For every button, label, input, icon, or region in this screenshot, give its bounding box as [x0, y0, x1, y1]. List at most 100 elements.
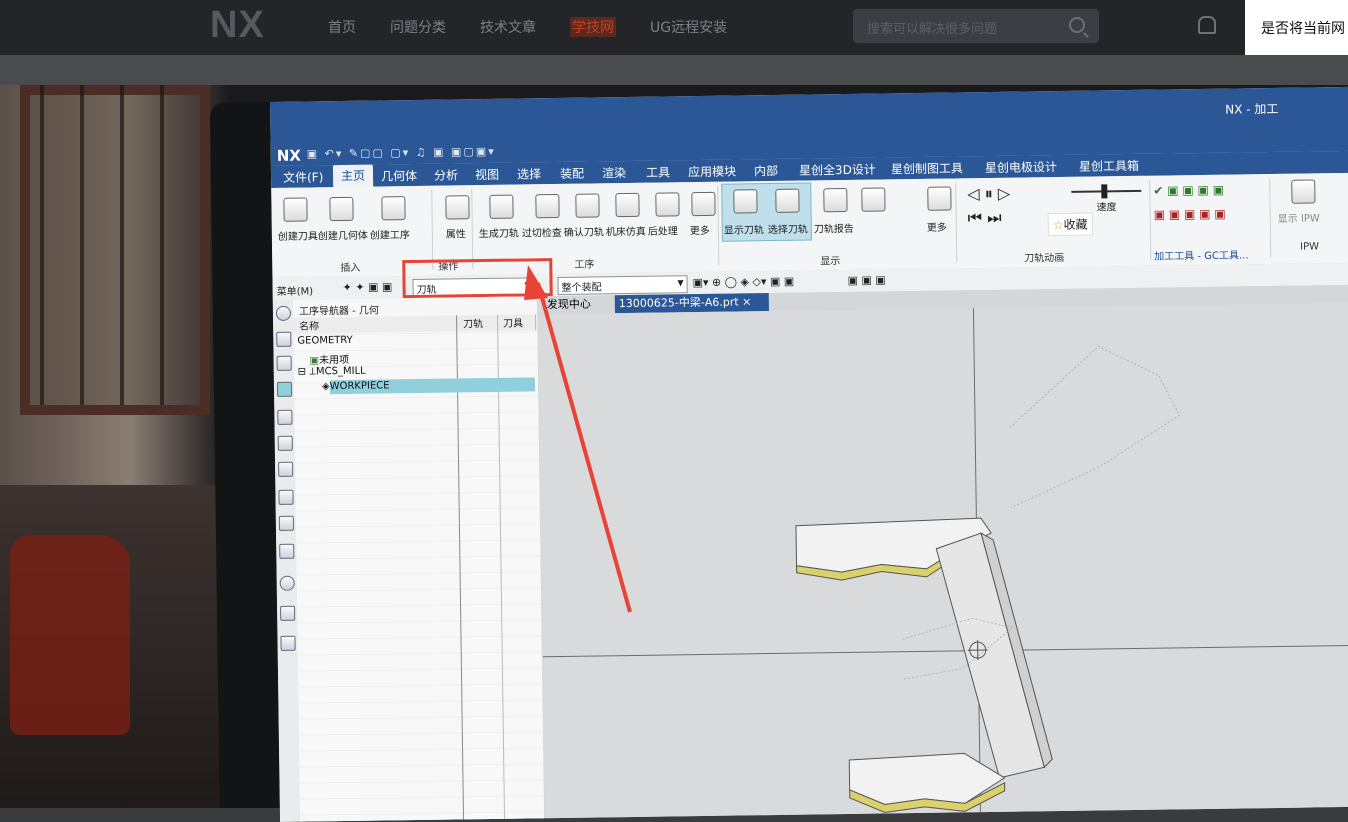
toolpath-ghost — [899, 345, 1184, 679]
nav-learn[interactable]: 学技网 — [570, 17, 616, 37]
part-body — [796, 517, 1053, 814]
create-operation-label: 创建工序 — [370, 226, 410, 242]
tab-application[interactable]: 应用模块 — [688, 163, 736, 181]
reuse-library-icon[interactable] — [278, 436, 293, 451]
favorite-label: 收藏 — [1063, 218, 1087, 232]
tree-item-geometry[interactable]: GEOMETRY — [297, 335, 353, 347]
tab-discovery-label: 发现中心 — [547, 298, 591, 312]
gc-tools-icons-2[interactable]: ▣ ▣ ▣ ▣ ▣ — [1154, 207, 1226, 222]
search-icon[interactable] — [1069, 17, 1085, 33]
filter-icons[interactable]: ✦ ✦ ▣ ▣ — [343, 280, 393, 294]
machine-sim-label: 机床仿真 — [606, 223, 646, 239]
favorite-button[interactable]: ☆收藏 — [1048, 213, 1093, 237]
nav-categories[interactable]: 问题分类 — [390, 17, 446, 37]
create-operation-button[interactable] — [375, 194, 409, 228]
column-toolpath[interactable]: 刀轨 — [457, 315, 498, 332]
more-display-icon — [927, 186, 951, 210]
roles-icon[interactable] — [279, 516, 294, 531]
tab-file[interactable]: 文件(F) — [283, 168, 324, 186]
translate-popup[interactable]: 是否将当前网 — [1245, 0, 1348, 55]
tab-discovery-center[interactable]: 发现中心 — [547, 295, 607, 314]
tab-view[interactable]: 视图 — [475, 166, 499, 183]
tree-item-mcs-mill[interactable]: ⊟ ⟂MCS_MILL — [298, 366, 366, 378]
generate-toolpath-button[interactable] — [483, 193, 517, 227]
menu-button[interactable]: 菜单(M) — [277, 282, 314, 298]
attributes-button[interactable] — [439, 193, 473, 227]
close-icon[interactable]: × — [742, 295, 751, 308]
part-navigator-icon[interactable] — [276, 332, 291, 347]
history-icon[interactable] — [280, 576, 295, 591]
search-input[interactable]: 搜索可以解决很多问题 — [853, 9, 1099, 43]
nav-articles[interactable]: 技术文章 — [480, 17, 536, 37]
tab-internal[interactable]: 内部 — [754, 162, 778, 179]
tab-geometry[interactable]: 几何体 — [381, 167, 417, 185]
tab-tools[interactable]: 工具 — [646, 163, 670, 180]
animation-controls[interactable]: ◁ ⏸ ▷ — [967, 184, 1010, 205]
gc-tools-icons[interactable]: ✔ ▣ ▣ ▣ ▣ — [1153, 183, 1224, 198]
quick-access-toolbar[interactable]: ▣ ↶▾ ✎▢▢ ▢▾ ♫ ▣ ▣▢▣▾ — [307, 145, 496, 161]
tab-3d-design[interactable]: 星创全3D设计 — [799, 161, 876, 179]
create-geometry-button[interactable] — [323, 195, 357, 229]
assembly-navigator-icon[interactable] — [277, 356, 292, 371]
postprocess-icon — [655, 192, 679, 216]
nav-remote-install[interactable]: UG远程安装 — [650, 17, 727, 37]
create-tool-button[interactable] — [277, 195, 311, 229]
show-ipw-button[interactable] — [1285, 177, 1319, 211]
verify-toolpath-button[interactable] — [569, 191, 603, 225]
speed-slider-thumb[interactable] — [1101, 184, 1107, 198]
highlight-box — [402, 258, 553, 298]
palette-icon[interactable] — [279, 544, 294, 559]
nx-logo: NX — [277, 147, 301, 165]
attributes-icon — [445, 195, 469, 219]
tab-render[interactable]: 渲染 — [602, 164, 626, 181]
toolpath-report-button[interactable] — [817, 186, 851, 220]
show-toolpath-icon — [733, 189, 757, 213]
display-option-button[interactable] — [855, 185, 889, 219]
tree-item-unused[interactable]: ▣未用项 — [309, 351, 349, 367]
show-toolpath-button[interactable] — [727, 187, 761, 221]
gouge-check-button[interactable] — [529, 192, 563, 226]
column-name[interactable]: 名称 — [293, 315, 458, 333]
operation-navigator-icon[interactable] — [277, 382, 292, 397]
separator — [431, 190, 433, 270]
column-tool[interactable]: 刀具 — [497, 314, 536, 331]
postprocess-button[interactable] — [649, 190, 683, 224]
constraint-icon[interactable] — [278, 462, 293, 477]
more-display-button[interactable] — [921, 184, 955, 218]
step-controls[interactable]: ⏮ ⏭ — [968, 208, 1002, 228]
web-browser-icon[interactable] — [278, 490, 293, 505]
tab-analysis[interactable]: 分析 — [434, 166, 458, 183]
bell-icon[interactable] — [1198, 16, 1216, 34]
tab-part-file[interactable]: 13000625-中梁-A6.prt × — [615, 293, 769, 313]
machine-sim-icon — [615, 193, 639, 217]
group-insert: 插入 — [340, 259, 360, 274]
assembly-combo[interactable]: 整个装配▼ — [557, 275, 687, 295]
tab-electrode[interactable]: 星创电极设计 — [985, 158, 1057, 176]
material-icon[interactable] — [280, 636, 295, 651]
select-toolpath-label: 选择刀轨 — [768, 221, 808, 237]
machine-tool-icon[interactable] — [277, 410, 292, 425]
collapse-icon[interactable]: ⊟ — [298, 367, 307, 378]
tab-home[interactable]: 主页 — [333, 165, 373, 190]
gc-tools-menu[interactable]: 加工工具 - GC工具... — [1154, 246, 1248, 262]
tab-select[interactable]: 选择 — [517, 165, 541, 182]
nav-home[interactable]: 首页 — [328, 17, 356, 37]
separator — [1269, 178, 1271, 258]
tab-toolbox[interactable]: 星创工具箱 — [1079, 157, 1139, 175]
select-toolpath-button[interactable] — [769, 187, 803, 221]
snap-icons[interactable]: ▣▾ ⊕ ◯ ◈ ◇▾ ▣ ▣ — [692, 275, 794, 289]
more-process-label: 更多 — [690, 222, 710, 237]
tree-item-workpiece[interactable]: ◈WORKPIECE — [322, 380, 390, 392]
more-process-button[interactable] — [685, 190, 719, 224]
system-icon[interactable] — [280, 606, 295, 621]
settings-icon[interactable] — [276, 306, 291, 321]
site-logo[interactable]: NX — [210, 4, 265, 47]
tab-drafting[interactable]: 星创制图工具 — [891, 159, 963, 177]
tab-assembly[interactable]: 装配 — [560, 165, 584, 182]
column-tool-label: 刀具 — [497, 318, 523, 329]
select-toolpath-icon — [775, 189, 799, 213]
machine-sim-button[interactable] — [609, 191, 643, 225]
view-icons[interactable]: ▣ ▣ ▣ — [847, 273, 885, 287]
column-name-label: 名称 — [293, 321, 319, 332]
graphics-viewport[interactable] — [538, 303, 1348, 822]
